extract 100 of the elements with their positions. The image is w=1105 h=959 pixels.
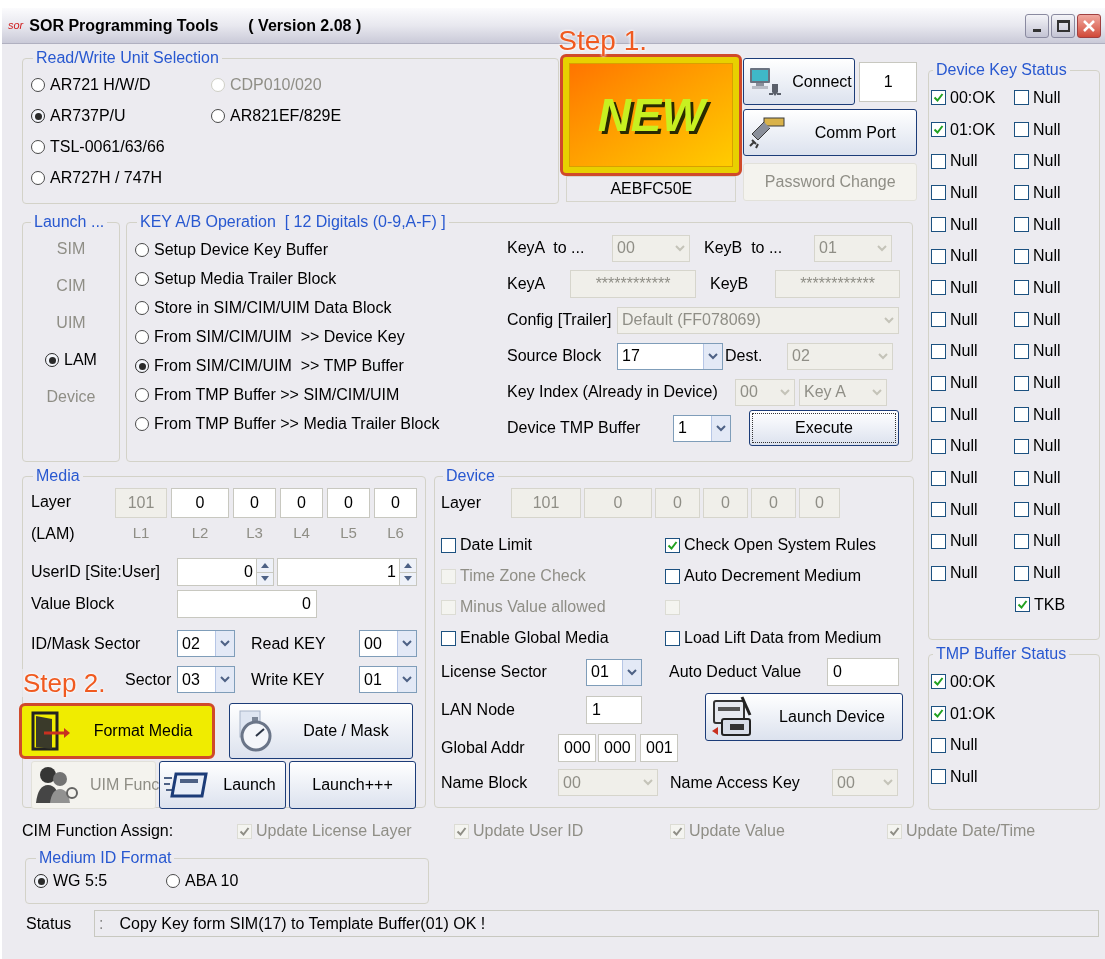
option-label[interactable]: AR727H / 747H [50,166,163,190]
checkbox[interactable] [1014,565,1029,581]
checkbox[interactable] [931,565,946,581]
option-label[interactable]: AR821EF/829E [230,104,342,128]
radio-button[interactable] [135,359,149,373]
button[interactable]: Launch+++ [289,761,416,809]
input-field[interactable]: 0 [177,590,317,618]
number-field[interactable]: 1 [277,558,417,586]
spin-button[interactable] [256,559,273,585]
option-label[interactable]: AR721 H/W/D [50,73,151,97]
dropdown[interactable]: 03 [177,666,235,693]
button[interactable]: Connect [743,58,856,105]
radio-button[interactable] [135,417,149,431]
checkbox[interactable] [931,153,946,169]
button[interactable]: Launch Device [705,693,903,741]
option-label[interactable]: Setup Media Trailer Block [154,267,337,291]
option-label[interactable]: From TMP Buffer >> SIM/CIM/UIM [154,383,400,407]
input-field[interactable]: 1 [586,696,642,724]
checkbox[interactable] [931,90,946,106]
close-button[interactable] [1077,13,1101,38]
checkbox-label[interactable]: Null [950,212,978,237]
checkbox[interactable] [1015,597,1030,612]
checkbox-label[interactable]: Null [1033,402,1061,427]
checkbox[interactable] [931,706,946,722]
option-label[interactable]: From SIM/CIM/UIM >> Device Key [154,325,405,349]
button[interactable]: Format Media [19,703,215,759]
radio-button[interactable] [31,171,45,185]
radio-button[interactable] [135,243,149,257]
input-field[interactable]: 0 [233,488,276,518]
checkbox[interactable] [931,470,946,486]
checkbox[interactable] [1014,438,1029,454]
dropdown[interactable]: 00 [359,630,417,657]
checkbox-label[interactable]: Null [1033,117,1061,142]
option-label[interactable]: LAM [64,348,97,372]
checkbox[interactable] [931,737,946,753]
checkbox[interactable] [931,674,946,690]
input-field[interactable]: 0 [280,488,323,518]
checkbox[interactable] [931,407,946,423]
input-field[interactable]: 000 [598,734,636,762]
checkbox[interactable] [1014,533,1029,549]
checkbox-label[interactable]: Null [1033,149,1061,174]
checkbox-label[interactable]: Null [950,402,978,427]
checkbox-label[interactable]: Null [1033,339,1061,364]
checkbox[interactable] [931,248,946,264]
radio-button[interactable] [135,301,149,315]
checkbox[interactable] [665,630,680,646]
checkbox-label[interactable]: Null [1033,434,1061,459]
input-field[interactable]: 0 [827,658,899,686]
checkbox[interactable] [1014,502,1029,518]
option-label[interactable]: Store in SIM/CIM/UIM Data Block [154,296,392,320]
checkbox-label[interactable]: Null [950,529,978,554]
input-field[interactable]: 1 [859,61,918,102]
option-label[interactable]: AR737P/U [50,104,126,128]
checkbox-label[interactable]: TKB [1034,592,1066,617]
checkbox[interactable] [931,533,946,549]
checkbox-label[interactable]: Null [950,339,978,364]
checkbox[interactable] [1014,280,1029,296]
checkbox-label[interactable]: Null [950,466,978,491]
checkbox-label[interactable]: Null [1033,180,1061,205]
checkbox[interactable] [1014,185,1029,201]
checkbox-label[interactable]: Null [950,149,978,174]
option-label[interactable]: From SIM/CIM/UIM >> TMP Buffer [154,354,404,378]
dropdown[interactable]: 01 [359,666,417,693]
checkbox[interactable] [931,375,946,391]
checkbox[interactable] [931,280,946,296]
checkbox-label[interactable]: 01:OK [950,701,996,726]
checkbox[interactable] [665,537,680,553]
checkbox-label[interactable]: Null [950,244,978,269]
checkbox-label[interactable]: Null [1033,244,1061,269]
dropdown[interactable]: 02 [177,630,235,657]
number-field[interactable]: 0 [177,558,274,586]
option-label[interactable]: TSL-0061/63/66 [50,135,165,159]
checkbox[interactable] [931,343,946,359]
checkbox-label[interactable]: Null [1033,497,1061,522]
radio-button[interactable] [135,388,149,402]
checkbox-label[interactable]: Null [1033,307,1061,332]
button[interactable]: Launch [159,761,286,809]
radio-button[interactable] [31,109,45,123]
minimize-button[interactable] [1025,13,1049,38]
option-label[interactable]: Setup Device Key Buffer [154,238,329,262]
input-field[interactable]: 0 [171,488,229,518]
checkbox-label[interactable]: Null [950,764,978,789]
checkbox-label[interactable]: Null [1033,275,1061,300]
checkbox[interactable] [1014,217,1029,233]
checkbox[interactable] [1014,153,1029,169]
checkbox-label[interactable]: Null [950,561,978,586]
checkbox[interactable] [1014,248,1029,264]
radio-button[interactable] [135,330,149,344]
checkbox-label[interactable]: Null [1033,85,1061,110]
checkbox[interactable] [665,568,680,584]
checkbox-label[interactable]: Null [950,434,978,459]
option-label[interactable]: ABA 10 [185,869,239,893]
input-field[interactable]: 001 [640,734,678,762]
checkbox[interactable] [1014,407,1029,423]
option-label[interactable]: From TMP Buffer >> Media Trailer Block [154,412,440,436]
checkbox-label[interactable]: Null [950,275,978,300]
dropdown[interactable]: 17 [617,342,723,370]
radio-button[interactable] [31,140,45,154]
button[interactable]: Execute [749,410,899,446]
checkbox[interactable] [1014,470,1029,486]
